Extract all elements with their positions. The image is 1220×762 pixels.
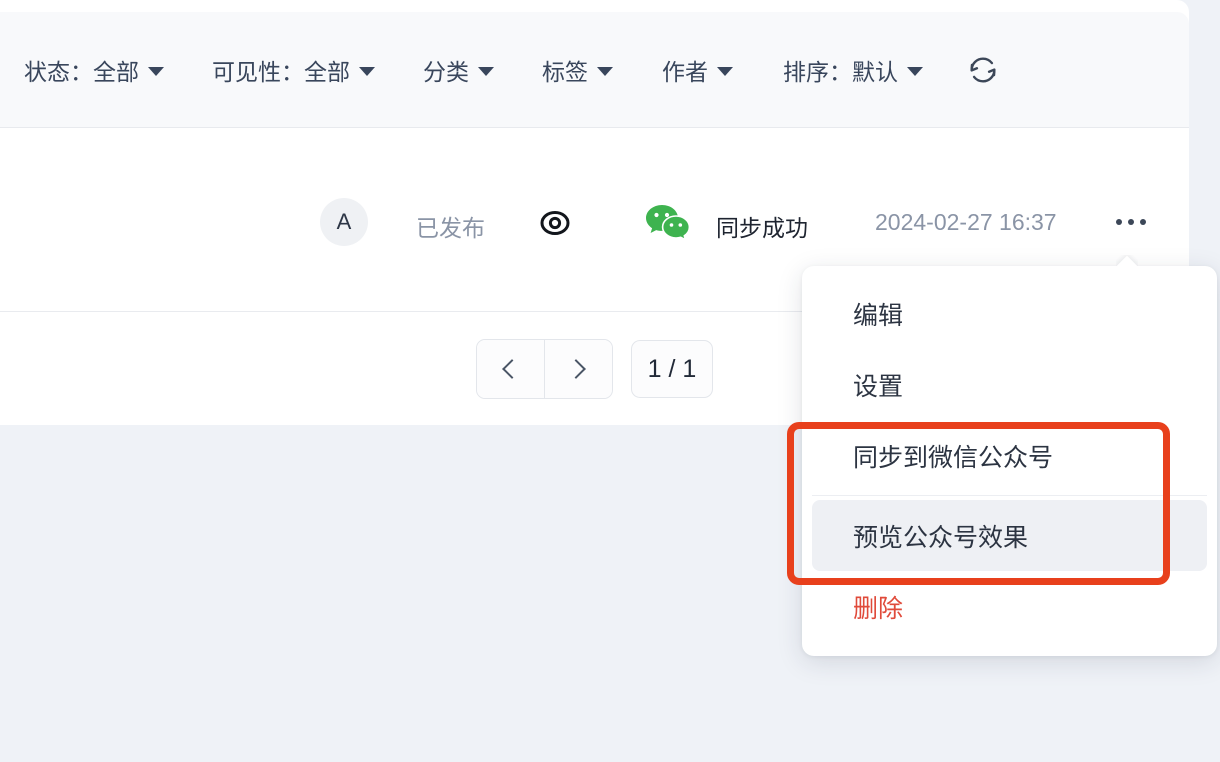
filter-sort-label: 排序：默认 <box>783 58 898 85</box>
refresh-button[interactable] <box>965 52 1001 88</box>
filter-author-label: 作者 <box>662 58 708 85</box>
status-badge: 已发布 <box>416 215 485 241</box>
visibility-toggle[interactable] <box>538 208 572 243</box>
avatar-initial: A <box>336 209 352 234</box>
chevron-left-icon <box>502 359 523 379</box>
wechat-platform-icon <box>645 203 691 248</box>
more-horizontal-icon <box>1116 219 1122 225</box>
filter-status[interactable]: 状态：全部 <box>24 53 164 87</box>
menu-item-sync-to-wechat-label: 同步到微信公众号 <box>853 443 1054 472</box>
sync-status-label: 同步成功 <box>716 215 808 241</box>
filter-visibility[interactable]: 可见性：全部 <box>212 53 375 87</box>
more-horizontal-icon <box>1140 219 1146 225</box>
pager-buttons <box>475 339 613 399</box>
filter-author[interactable]: 作者 <box>662 53 733 87</box>
filter-visibility-label: 可见性：全部 <box>212 58 350 85</box>
more-actions-button[interactable] <box>1108 200 1154 244</box>
eye-icon <box>540 211 570 235</box>
menu-item-preview-wechat-label: 预览公众号效果 <box>853 523 1029 552</box>
chevron-right-icon <box>566 359 587 379</box>
menu-item-edit[interactable]: 编辑 <box>812 278 1207 349</box>
next-page-button[interactable] <box>543 340 612 398</box>
menu-item-edit-label: 编辑 <box>853 301 904 330</box>
menu-arrow <box>1116 255 1138 266</box>
chevron-down-icon <box>359 66 375 76</box>
menu-item-delete[interactable]: 删除 <box>812 571 1207 642</box>
filter-tag-label: 标签 <box>542 58 588 85</box>
prev-page-button[interactable] <box>476 340 544 398</box>
menu-item-settings-label: 设置 <box>853 372 904 401</box>
menu-item-settings[interactable]: 设置 <box>812 349 1207 420</box>
menu-item-preview-wechat[interactable]: 预览公众号效果 <box>812 500 1207 571</box>
filter-status-label: 状态：全部 <box>24 58 139 85</box>
publish-date: 2024-02-27 16:37 <box>875 209 1057 235</box>
chevron-down-icon <box>478 66 494 76</box>
chevron-down-icon <box>717 66 733 76</box>
chevron-down-icon <box>597 66 613 76</box>
chevron-down-icon <box>148 66 164 76</box>
menu-item-sync-to-wechat[interactable]: 同步到微信公众号 <box>812 420 1207 491</box>
page-indicator[interactable]: 1 / 1 <box>630 340 714 398</box>
context-menu: 编辑 设置 同步到微信公众号 预览公众号效果 删除 <box>802 266 1217 656</box>
avatar: A <box>320 198 368 246</box>
filter-toolbar: 状态：全部 可见性：全部 分类 标签 作者 排序：默认 <box>0 12 1189 128</box>
more-horizontal-icon <box>1128 219 1134 225</box>
chevron-down-icon <box>907 66 923 76</box>
menu-separator <box>812 495 1207 496</box>
filter-category[interactable]: 分类 <box>423 53 494 87</box>
filter-category-label: 分类 <box>423 58 469 85</box>
refresh-icon <box>970 56 996 83</box>
filter-tag[interactable]: 标签 <box>542 53 613 87</box>
filter-sort[interactable]: 排序：默认 <box>783 53 923 87</box>
wechat-icon <box>646 205 691 242</box>
menu-item-delete-label: 删除 <box>853 594 904 623</box>
